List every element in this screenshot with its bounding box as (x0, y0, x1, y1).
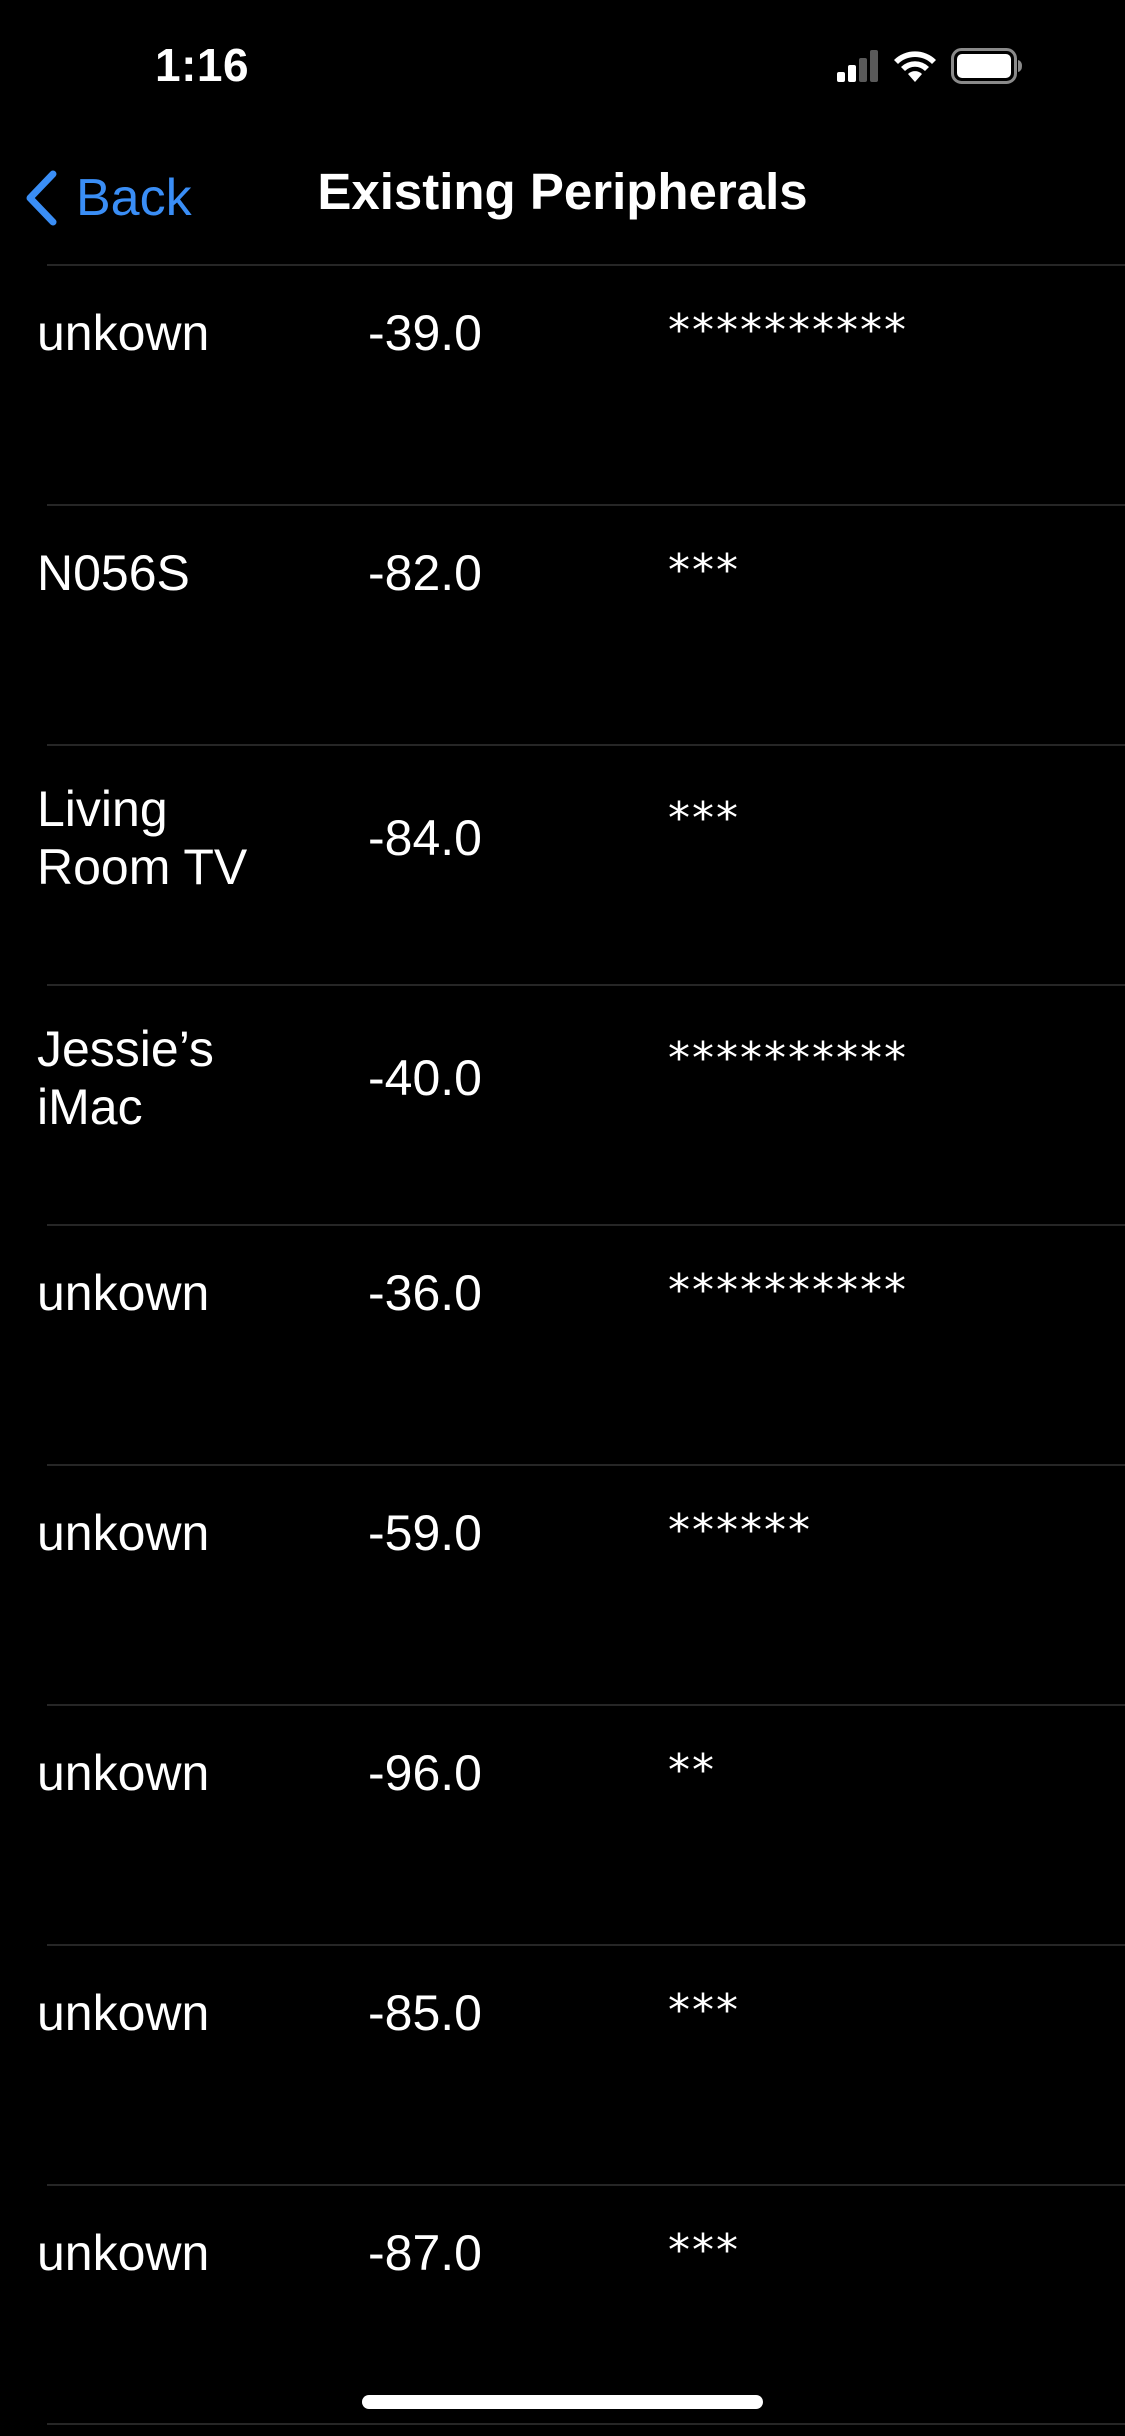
peripheral-rssi: -59.0 (368, 1505, 482, 1561)
peripheral-rssi: -96.0 (368, 1745, 482, 1801)
peripheral-rssi: -85.0 (368, 1985, 482, 2041)
peripheral-row[interactable]: N056S -82.0 *** (37, 504, 1125, 744)
peripheral-signal-stars: ********** (668, 1265, 908, 1316)
wifi-icon (893, 49, 937, 83)
peripheral-row[interactable]: unkown -87.0 *** (37, 2184, 1125, 2424)
peripheral-signal-stars: ** (668, 1745, 716, 1796)
home-indicator[interactable] (362, 2395, 763, 2409)
battery-icon (951, 48, 1023, 84)
status-time: 1:16 (155, 39, 250, 91)
list-divider (47, 2423, 1125, 2425)
page-title: Existing Peripherals (317, 163, 808, 220)
peripheral-row[interactable]: unkown -96.0 ** (37, 1704, 1125, 1944)
peripheral-rssi: -82.0 (368, 545, 482, 601)
peripheral-name: unkown (37, 305, 210, 361)
peripheral-name: N056S (37, 545, 190, 601)
peripheral-signal-stars: ********** (668, 1033, 908, 1084)
navigation-bar: Back Existing Peripherals (0, 132, 1125, 264)
peripheral-row[interactable]: Jessie’s iMac -40.0 ********** (37, 984, 1125, 1224)
peripheral-list: unkown -39.0 ********** N056S -82.0 *** … (0, 264, 1125, 2424)
cellular-signal-icon (837, 50, 879, 82)
peripheral-row[interactable]: unkown -36.0 ********** (37, 1224, 1125, 1464)
status-bar: 1:16 (0, 0, 1125, 132)
peripheral-name: unkown (37, 1265, 210, 1321)
peripheral-name: Living Room TV (37, 781, 248, 895)
peripheral-row[interactable]: unkown -59.0 ****** (37, 1464, 1125, 1704)
peripheral-signal-stars: *** (668, 545, 740, 596)
peripheral-rssi: -87.0 (368, 2225, 482, 2281)
peripheral-name: unkown (37, 1505, 210, 1561)
peripheral-row[interactable]: unkown -85.0 *** (37, 1944, 1125, 2184)
peripheral-signal-stars: ****** (668, 1505, 812, 1556)
peripheral-signal-stars: *** (668, 793, 740, 844)
peripheral-signal-stars: *** (668, 1985, 740, 2036)
peripheral-row[interactable]: Living Room TV -84.0 *** (37, 744, 1125, 984)
status-icons (837, 46, 1023, 86)
peripheral-name: Jessie’s iMac (37, 1021, 214, 1135)
peripheral-rssi: -40.0 (368, 1050, 482, 1106)
peripheral-name: unkown (37, 2225, 210, 2281)
peripheral-rssi: -84.0 (368, 810, 482, 866)
peripheral-signal-stars: *** (668, 2225, 740, 2276)
peripheral-rssi: -39.0 (368, 305, 482, 361)
peripheral-row[interactable]: unkown -39.0 ********** (37, 264, 1125, 504)
peripheral-signal-stars: ********** (668, 305, 908, 356)
peripheral-name: unkown (37, 1985, 210, 2041)
peripheral-name: unkown (37, 1745, 210, 1801)
peripheral-rssi: -36.0 (368, 1265, 482, 1321)
